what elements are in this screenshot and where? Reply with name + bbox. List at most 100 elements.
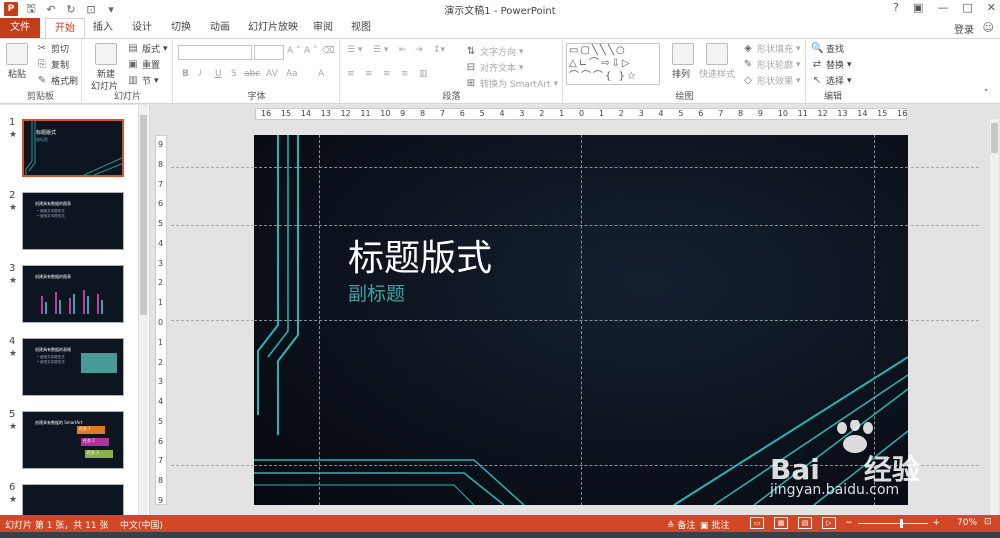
quick-styles-button[interactable]: 快速样式 (699, 67, 735, 80)
strikethrough-button[interactable]: abc (244, 69, 260, 79)
cut-label: 剪切 (51, 45, 70, 55)
columns-icon[interactable]: ▥ (419, 69, 428, 79)
replace-button[interactable]: ⇄ 替换 ▾ (811, 58, 852, 72)
paste-button[interactable]: 粘贴 (8, 67, 26, 80)
guide-line (254, 320, 908, 321)
zoom-slider[interactable]: − + (845, 518, 940, 528)
tab-insert[interactable]: 插入 (88, 18, 118, 38)
align-right-icon[interactable]: ≡ (383, 69, 391, 79)
paste-icon[interactable] (6, 43, 28, 65)
slide-sorter-icon[interactable]: ▦ (774, 517, 788, 529)
text-direction-button[interactable]: ⇅ 文字方向 ▾ (465, 45, 524, 59)
char-spacing-button[interactable]: AV (266, 69, 278, 79)
slide-thumbnail-2[interactable]: 创建具有数据的图表 • 使用文本框形式 • 使用文本框形式 (22, 192, 124, 250)
slide-thumbnail-4[interactable]: 创建具有数据的表格 • 使用文本框形式 • 使用文本框形式 (22, 338, 124, 396)
ruler-tick-label: 12 (817, 109, 828, 118)
thumbnails-scrollbar[interactable] (138, 105, 148, 515)
align-text-button[interactable]: ⊟ 对齐文本 ▾ (465, 61, 524, 75)
slide-thumbnail-1[interactable]: 标题版式 副标题 (22, 119, 124, 177)
tab-animations[interactable]: 动画 (204, 18, 236, 38)
underline-button[interactable]: U (215, 69, 222, 79)
numbering-icon[interactable]: ☰ ▾ (373, 45, 388, 55)
font-name-dropdown[interactable] (178, 45, 252, 60)
tab-file[interactable]: 文件 (0, 18, 40, 38)
help-button[interactable]: ? (893, 1, 899, 14)
section-label: 节 (142, 77, 152, 87)
tab-slideshow[interactable]: 幻灯片放映 (245, 18, 301, 38)
tab-design[interactable]: 设计 (126, 18, 158, 38)
guide-line (254, 225, 908, 226)
editor-scrollbar[interactable] (989, 119, 999, 515)
reset-button[interactable]: ▣ 重置 (127, 58, 160, 72)
collapse-ribbon-icon[interactable]: ˄ (984, 89, 989, 99)
shapes-gallery[interactable]: ▭▢╲╲╲○ △∟⌒⇨⇩▷ ⌒⌒⌒{ }☆ (566, 43, 660, 85)
ribbon-display-button[interactable]: ▣ (913, 1, 923, 14)
zoom-in-icon[interactable]: + (933, 518, 941, 528)
decrease-indent-icon[interactable]: ⇤ (399, 45, 407, 55)
slide-thumbnail-5[interactable]: 创建具有数据的 SmartArt 任务 1 任务 2 任务 3 (22, 411, 124, 469)
notes-button[interactable]: ≙ 备注 (667, 518, 695, 531)
ruler-tick-label: 4 (158, 397, 164, 407)
arrange-icon[interactable] (672, 43, 694, 65)
change-case-button[interactable]: Aa (286, 69, 298, 79)
new-slide-icon[interactable] (95, 43, 117, 65)
zoom-out-icon[interactable]: − (845, 518, 853, 528)
zoom-track[interactable] (857, 518, 928, 528)
tab-transitions[interactable]: 切换 (165, 18, 197, 38)
bold-button[interactable]: B (182, 69, 189, 79)
minimize-button[interactable]: — (937, 1, 948, 14)
line-spacing-icon[interactable]: ↕▾ (433, 45, 445, 55)
increase-indent-icon[interactable]: ⇥ (415, 45, 423, 55)
reading-view-icon[interactable]: ▤ (798, 517, 812, 529)
ruler-tick-label: 4 (658, 109, 664, 118)
shadow-button[interactable]: S (231, 69, 237, 79)
quick-styles-icon[interactable] (706, 43, 728, 65)
slideshow-view-icon[interactable]: ▷ (822, 517, 836, 529)
italic-button[interactable]: I (199, 69, 202, 79)
ruler-tick-label: 11 (797, 109, 808, 118)
bullets-icon[interactable]: ☰ ▾ (347, 45, 362, 55)
zoom-knob[interactable] (899, 518, 903, 528)
select-button[interactable]: ↖ 选择 ▾ (811, 74, 852, 88)
comments-button[interactable]: ▣ 批注 (700, 518, 729, 531)
tab-review[interactable]: 审阅 (308, 18, 338, 38)
feedback-smiley-icon[interactable]: ☺ (983, 21, 994, 34)
font-size-dropdown[interactable] (254, 45, 284, 60)
shrink-font-button[interactable]: A ˅ (304, 46, 318, 56)
shape-fill-button[interactable]: ◈ 形状填充 ▾ (742, 42, 800, 56)
align-center-icon[interactable]: ≡ (365, 69, 373, 79)
ruler-tick-label: 13 (320, 109, 331, 118)
layout-button[interactable]: ▤ 版式 ▾ (127, 42, 167, 56)
close-button[interactable]: ✕ (987, 1, 996, 14)
slide-subtitle[interactable]: 副标题 (348, 279, 405, 306)
slide-thumbnail-3[interactable]: 创建具有数据的图表 (22, 265, 124, 323)
font-color-button[interactable]: A (318, 69, 324, 79)
ruler-tick-label: 12 (340, 109, 351, 118)
shape-outline-button[interactable]: ✎ 形状轮廓 ▾ (742, 58, 801, 72)
clear-format-icon[interactable]: ⌫ (322, 46, 335, 56)
maximize-button[interactable]: □ (962, 1, 972, 14)
zoom-percentage[interactable]: 70% (957, 518, 977, 528)
language-indicator[interactable]: 中文(中国) (120, 518, 163, 531)
slide-thumbnail-6[interactable] (22, 484, 124, 515)
format-painter-button[interactable]: ✎ 格式刷 (36, 74, 78, 88)
copy-button[interactable]: ⎘ 复制 (36, 58, 69, 72)
justify-icon[interactable]: ≡ (401, 69, 409, 79)
thumbnails-scroll-thumb[interactable] (140, 115, 147, 315)
tab-view[interactable]: 视图 (346, 18, 376, 38)
thumb-smartart-3: 任务 3 (85, 450, 113, 458)
sign-in-link[interactable]: 登录 (954, 21, 974, 36)
align-left-icon[interactable]: ≡ (347, 69, 355, 79)
section-button[interactable]: ▥ 节 ▾ (127, 74, 158, 88)
find-button[interactable]: 🔍 查找 (811, 42, 844, 56)
arrange-button[interactable]: 排列 (672, 67, 690, 80)
cut-button[interactable]: ✂ 剪切 (36, 42, 70, 56)
thumb-title: 标题版式 (36, 130, 57, 136)
shape-effects-button[interactable]: ◇ 形状效果 ▾ (742, 74, 800, 88)
slide-title[interactable]: 标题版式 (348, 229, 492, 281)
fit-slide-icon[interactable]: ⊡ (984, 517, 992, 527)
tab-home[interactable]: 开始 (45, 18, 85, 38)
normal-view-icon[interactable]: ▭ (750, 517, 764, 529)
editor-scroll-thumb[interactable] (991, 123, 998, 153)
grow-font-button[interactable]: A ˄ (287, 46, 301, 56)
